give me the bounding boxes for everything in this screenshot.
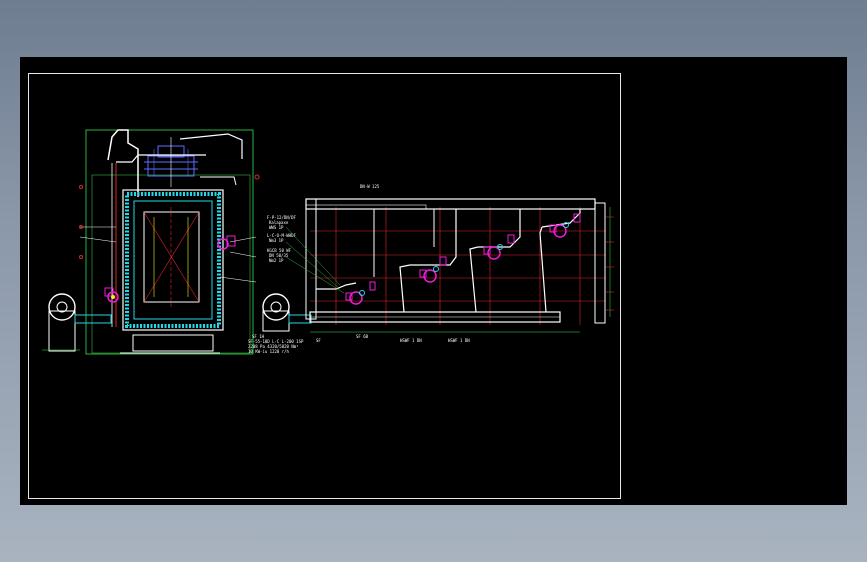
fan-2-label: SF [316,338,321,343]
top-duct-label: DN-W 125 [360,184,380,189]
fan-icon[interactable] [262,293,312,332]
pipe-label-1: SF 6B [356,334,369,339]
fan-1-label: SF 1H SF-55-10D L-C L-200 1SP 2208 Pa 43… [248,334,304,354]
svg-text:Nm3 1P: Nm3 1P [269,238,284,243]
svg-text:WWS 1P: WWS 1P [269,225,284,230]
top-drive-mechanism [144,137,198,187]
pipe-label-3: HSWF 1 DN [448,338,470,343]
pipe-label-2: HSWF 1 DN [400,338,422,343]
cad-drawing: SF 1H SF-55-10D L-C L-200 1SP 2208 Pa 43… [42,129,614,355]
svg-text:Nm2 1P: Nm2 1P [269,258,284,263]
cad-model-space[interactable]: SF 1H SF-55-10D L-C L-200 1SP 2208 Pa 43… [20,57,847,505]
fan-icon[interactable] [42,293,112,352]
svg-text:10 KW-iu 1220 r/h: 10 KW-iu 1220 r/h [248,349,290,354]
piping-system[interactable] [305,198,614,333]
furnace-assembly[interactable] [79,129,260,355]
